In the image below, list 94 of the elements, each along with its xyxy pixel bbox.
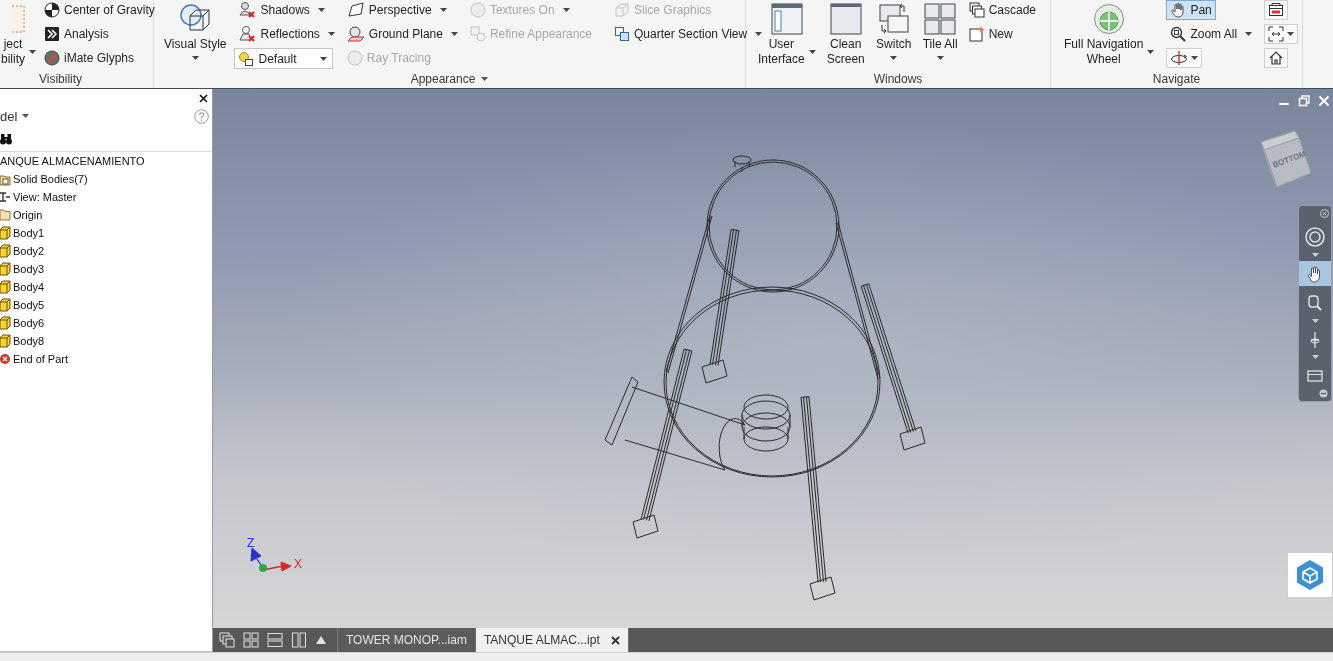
panel-title: Windows <box>873 72 923 86</box>
split-vertical-icon[interactable] <box>291 632 307 648</box>
tree-item[interactable]: Body8 <box>0 332 212 350</box>
ribbon-button[interactable]: Perspective <box>342 0 451 20</box>
quarter-section-icon <box>614 26 630 42</box>
sphere-icon <box>346 50 363 66</box>
cube-icon <box>0 334 11 348</box>
cube-icon <box>0 226 11 240</box>
tree-item[interactable]: Origin <box>0 206 212 224</box>
ribbon-large-button[interactable]: Switch <box>871 0 916 68</box>
cube-icon <box>0 280 11 294</box>
document-tab[interactable]: TOWER MONOP...iam <box>338 628 476 652</box>
tree-item[interactable]: Body4 <box>0 278 212 296</box>
ribbon-large-button[interactable]: ject bility <box>0 0 40 68</box>
cube-icon <box>0 244 11 258</box>
tree-item[interactable]: Solid Bodies(7) <box>0 170 212 188</box>
new-window-icon <box>968 26 985 42</box>
tree-item[interactable]: View: Master <box>0 188 212 206</box>
close-icon[interactable] <box>199 93 208 103</box>
icon-button[interactable] <box>1166 48 1203 68</box>
axis-label: Z <box>247 536 255 550</box>
tree-item[interactable]: Body2 <box>0 242 212 260</box>
shadow-icon <box>238 1 257 19</box>
tree-item[interactable]: End of Part <box>0 350 212 368</box>
ribbon-button[interactable]: Reflections <box>234 24 339 44</box>
icon-button[interactable] <box>1264 48 1289 68</box>
ribbon-large-button[interactable]: Clean Screen <box>822 0 869 68</box>
panel-title: Appearance <box>410 72 476 86</box>
browser-menu[interactable]: del <box>0 108 30 124</box>
fit-arrows-icon <box>1268 26 1285 42</box>
tree-item[interactable]: ANQUE ALMACENAMIENTO <box>0 152 212 170</box>
ribbon-button[interactable]: Cascade <box>964 0 1040 20</box>
home-icon <box>1268 50 1285 66</box>
bulb-icon <box>238 50 255 67</box>
cube-icon <box>0 262 11 276</box>
cascade-icon[interactable] <box>219 632 235 648</box>
magnifier-icon <box>1306 294 1324 313</box>
ribbon-button[interactable]: Ground Plane <box>342 24 462 44</box>
panel-title: Visibility <box>38 72 83 86</box>
wheel-icon <box>1093 3 1126 35</box>
tile-icon <box>924 3 957 35</box>
tree-item[interactable]: Body3 <box>0 260 212 278</box>
ribbon-button[interactable]: New <box>964 24 1017 44</box>
wheel-icon <box>1305 227 1325 248</box>
refine-icon <box>469 26 486 42</box>
customize-icon[interactable] <box>1319 389 1328 398</box>
help-icon[interactable] <box>194 108 209 124</box>
bars-icon <box>0 190 11 204</box>
orbit-icon <box>1170 50 1189 66</box>
close-icon[interactable] <box>610 635 620 645</box>
cube-icon <box>0 316 11 330</box>
window-pane-icon <box>770 3 803 35</box>
triangle-up-icon[interactable] <box>315 635 327 645</box>
magnifier-icon <box>1170 26 1187 42</box>
cube-icon <box>0 298 11 312</box>
ground-plane-icon <box>346 26 365 42</box>
split-horizontal-icon[interactable] <box>267 632 283 648</box>
ribbon-large-button[interactable]: Visual Style <box>160 0 231 68</box>
origin-icon <box>259 564 267 572</box>
icon-button[interactable] <box>1264 24 1299 44</box>
document-tab[interactable]: TANQUE ALMAC...ipt <box>475 628 629 652</box>
tree-item[interactable]: Body1 <box>0 224 212 242</box>
folder-icon <box>0 208 11 222</box>
restore-icon[interactable] <box>1298 95 1310 107</box>
panel-title: Navigate <box>1152 72 1201 86</box>
nav-tool-button[interactable] <box>1299 260 1331 287</box>
hand-icon <box>1170 2 1187 18</box>
toolbox-icon <box>1268 2 1285 18</box>
view-cube[interactable] <box>1258 129 1314 189</box>
icon-button[interactable] <box>1264 0 1289 20</box>
screen-icon <box>1306 368 1324 385</box>
ribbon-button[interactable]: Shadows <box>234 0 329 20</box>
caret-icon <box>22 114 30 118</box>
window-icon <box>829 3 862 35</box>
style-dropdown[interactable]: Default <box>234 48 334 69</box>
reflection-icon <box>238 25 257 43</box>
ribbon-button[interactable]: Zoom All <box>1166 24 1257 44</box>
binoculars-icon[interactable] <box>0 133 12 145</box>
share-button[interactable] <box>1287 552 1333 598</box>
hexagon-icon <box>1295 559 1325 591</box>
ribbon-button[interactable]: Center of Gravity <box>40 0 159 20</box>
tree-item[interactable]: Body5 <box>0 296 212 314</box>
dashed-box-icon <box>12 4 25 34</box>
ribbon-button[interactable]: Pan <box>1166 0 1216 20</box>
caret-icon <box>320 56 328 61</box>
ribbon-button[interactable]: iMate Glyphs <box>40 48 139 68</box>
tile-icon[interactable] <box>243 632 259 648</box>
ribbon-large-button[interactable]: Tile All <box>918 0 962 68</box>
axis-label: X <box>294 557 302 571</box>
glyph-icon <box>44 50 60 66</box>
tree-item[interactable]: Body6 <box>0 314 212 332</box>
chevrons-icon <box>44 26 60 42</box>
ribbon-button[interactable]: Analysis <box>40 24 113 44</box>
ribbon-large-button[interactable]: Full Navigation Wheel <box>1060 0 1159 68</box>
